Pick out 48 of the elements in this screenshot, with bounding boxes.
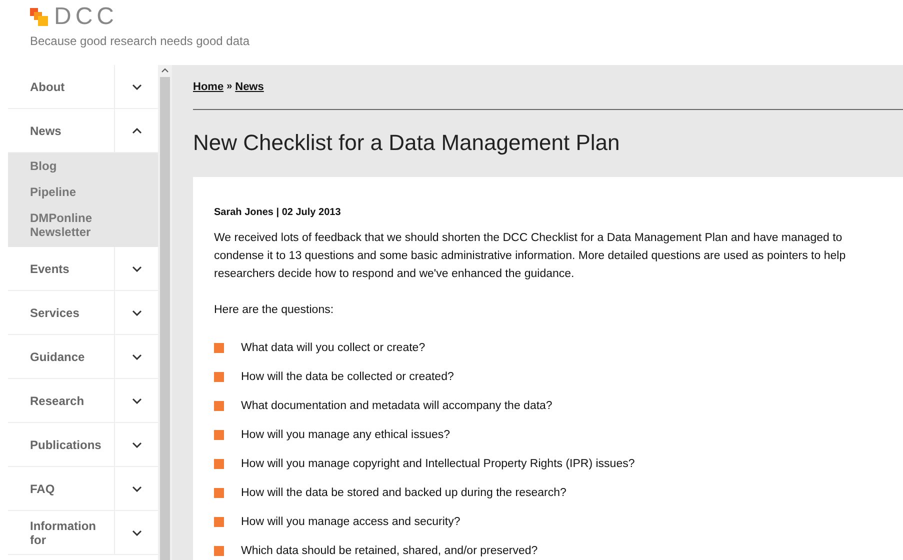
bullet-icon [214,430,224,440]
question-text: How will you manage access and security? [241,516,460,528]
chevron-down-icon [132,354,142,360]
nav-link[interactable]: Events [8,247,114,290]
question-text: How will you manage any ethical issues? [241,429,450,441]
bullet-icon [214,343,224,353]
bullet-icon [214,546,224,556]
bullet-icon [214,372,224,382]
nav-link[interactable]: News [8,109,114,152]
question-text: What documentation and metadata will accompany the data? [241,400,552,412]
nav-link[interactable]: Information for [8,511,114,554]
bullet-icon [214,488,224,498]
chevron-down-icon [132,530,142,536]
chevron-down-icon [132,266,142,272]
chevron-down-icon [132,442,142,448]
chevron-up-icon [132,128,142,134]
breadcrumb-separator: » [226,81,232,92]
tagline: Because good research needs good data [30,34,250,48]
chevron-down-icon [132,84,142,90]
nav-link[interactable]: FAQ [8,467,114,510]
question-text: How will the data be stored and backed up during the research? [241,487,566,499]
logo-squares-icon [30,8,48,26]
nav-link[interactable]: Guidance [8,335,114,378]
byline: Sarah Jones | 02 July 2013 [214,207,342,218]
question-text: Which data should be retained, shared, and/or preserved? [241,545,538,557]
question-text: How will the data be collected or created? [241,371,454,383]
submenu-link[interactable]: Blog [30,159,110,173]
question-text: What data will you collect or create? [241,342,426,354]
paragraph: Here are the questions: [214,303,335,318]
bullet-icon [214,459,224,469]
submenu-link[interactable]: DMPonline Newsletter [30,211,110,239]
chevron-down-icon [132,310,142,316]
nav-link[interactable]: Publications [8,423,114,466]
question-text: How will you manage copyright and Intellectual Property Rights (IPR) issues? [241,458,635,470]
nav-link[interactable]: Services [8,291,114,334]
breadcrumb-link[interactable]: News [235,80,264,93]
paragraph: We received lots of feedback that we should shorten the DCC Checklist for a Data Management Plan and have managed to condense it to 13 questions and some basic administrative information. More detailed questions are used as pointers to help researchers decide how to respond and we've enhanced the guidance. [214,231,847,282]
scrollbar-drawing[interactable] [158,65,172,560]
logo-text[interactable]: DCC [54,4,118,30]
breadcrumb-link[interactable]: Home [193,80,224,93]
chevron-down-icon [132,398,142,404]
bullet-icon [214,401,224,411]
nav-link[interactable]: Research [8,379,114,422]
article-title: New Checklist for a Data Management Plan [193,129,621,158]
submenu-link[interactable]: Pipeline [30,185,110,199]
nav-link[interactable]: About [8,65,114,108]
chevron-down-icon [132,486,142,492]
bullet-icon [214,517,224,527]
